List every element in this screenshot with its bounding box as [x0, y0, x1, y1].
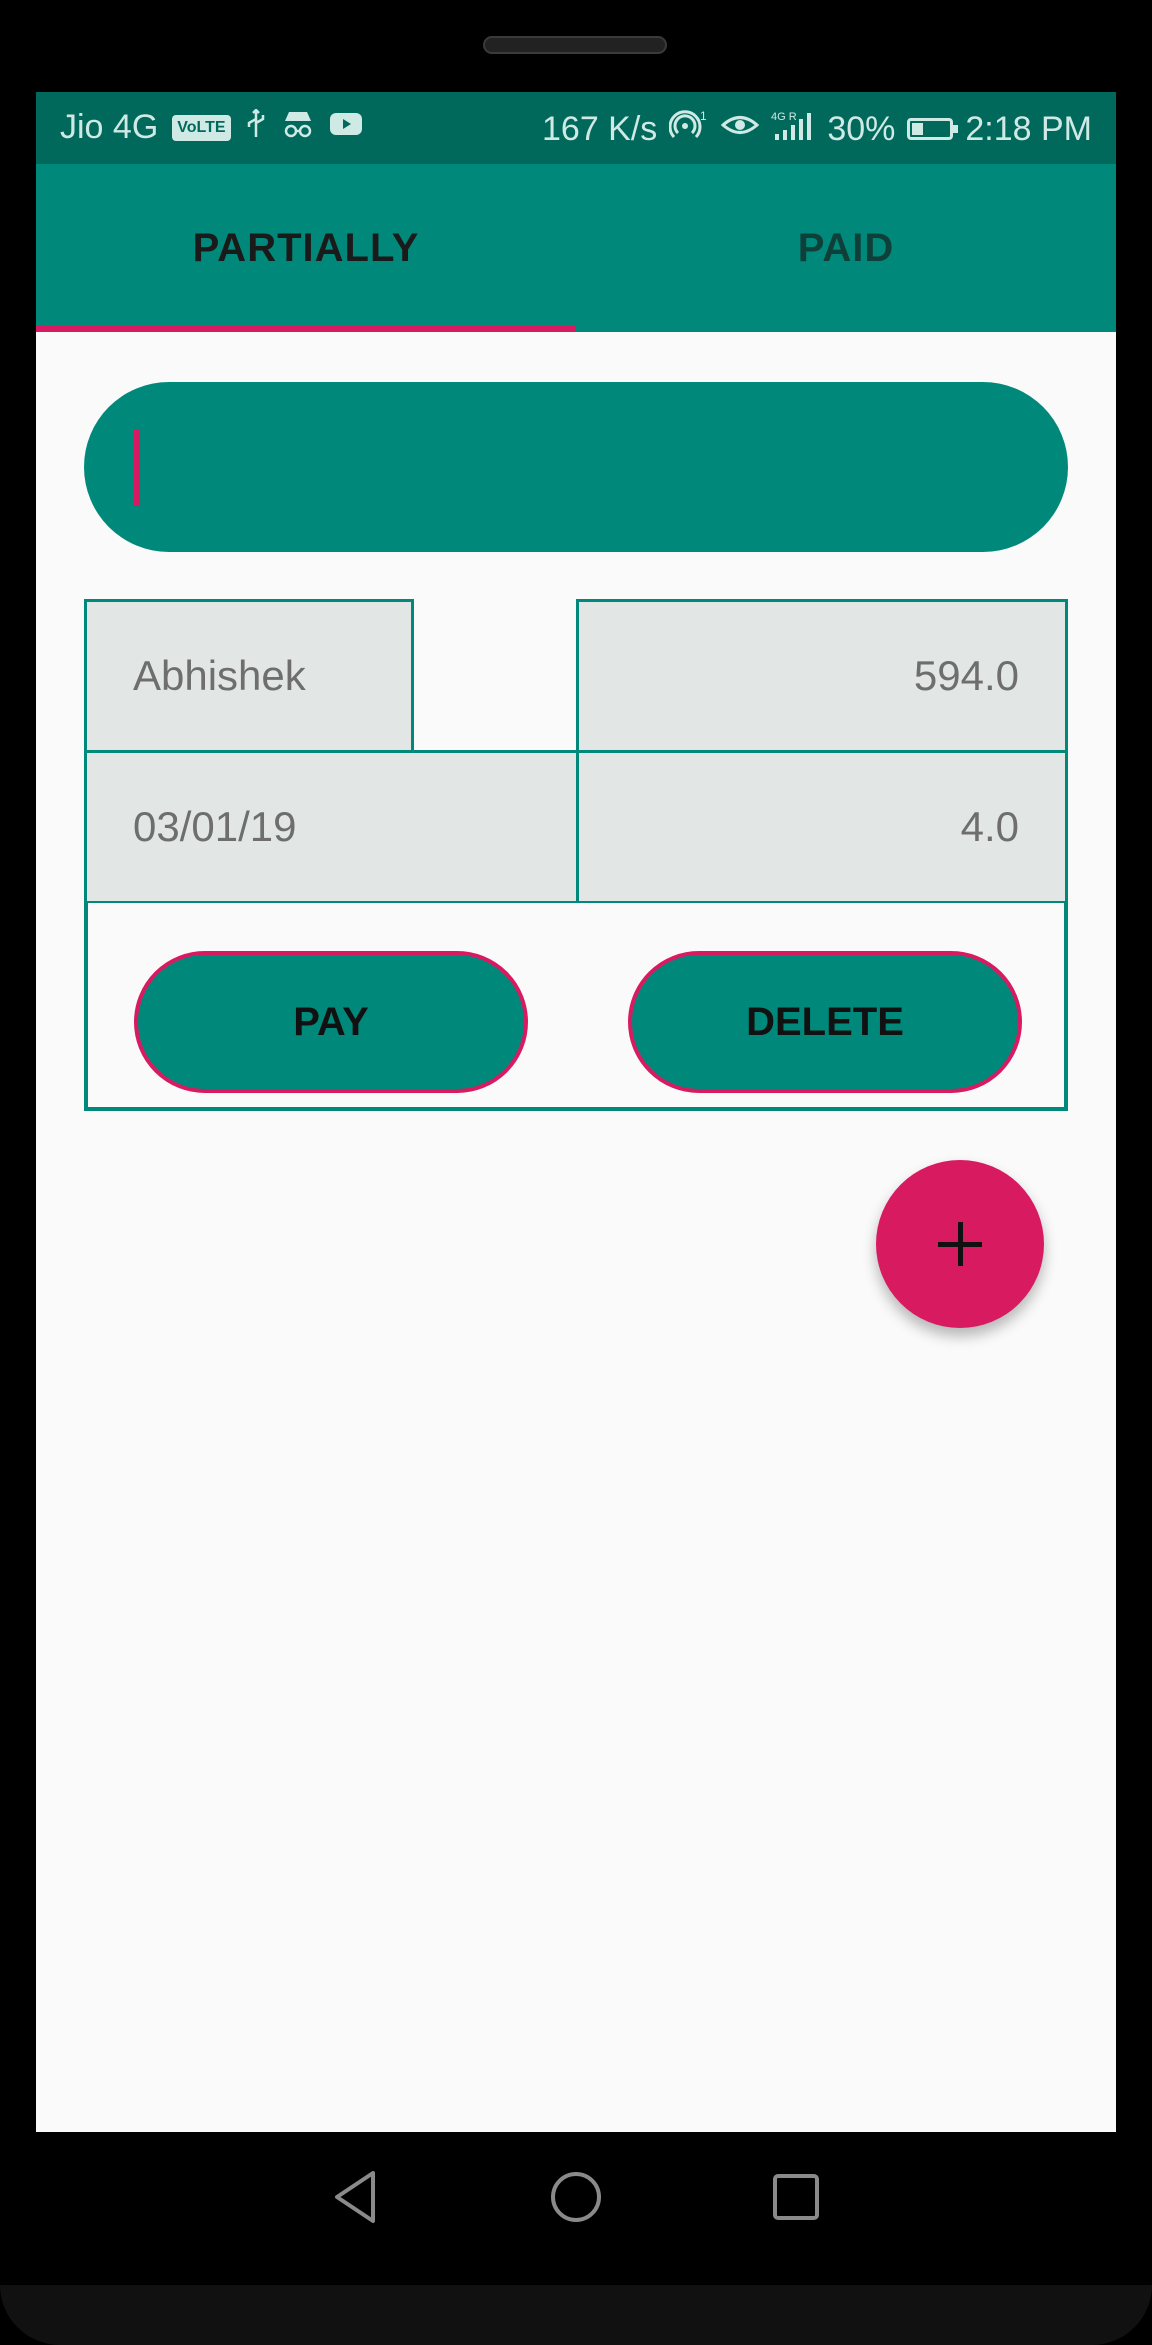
record-paid-cell: 4.0: [576, 750, 1068, 904]
status-bar-left: Jio 4G VoLTE: [60, 107, 363, 147]
pay-button-label: PAY: [293, 999, 369, 1044]
record-date-cell: 03/01/19: [84, 750, 579, 904]
phone-chin: [0, 2285, 1152, 2345]
active-tab-indicator: [36, 326, 576, 332]
svg-text:1: 1: [700, 109, 707, 123]
signal-icon: 4G R: [771, 108, 815, 150]
delete-button[interactable]: DELETE: [628, 951, 1022, 1093]
volte-badge: VoLTE: [172, 114, 231, 141]
svg-text:4G R: 4G R: [771, 111, 797, 123]
usb-icon: [245, 107, 267, 147]
pay-button[interactable]: PAY: [134, 951, 528, 1093]
delete-button-label: DELETE: [746, 999, 904, 1044]
recents-icon[interactable]: [766, 2167, 826, 2227]
carrier-label: Jio 4G: [60, 108, 159, 146]
youtube-icon: [329, 111, 363, 145]
tab-paid-label: PAID: [797, 225, 895, 270]
record-date: 03/01/19: [133, 803, 297, 850]
incognito-icon: [281, 109, 315, 147]
record-name: Abhishek: [133, 652, 306, 699]
record-name-cell: Abhishek: [84, 599, 414, 753]
earpiece-speaker: [483, 36, 667, 54]
hotspot-icon: 1: [668, 108, 709, 150]
add-record-button[interactable]: [876, 1160, 1044, 1328]
record-card: Abhishek 594.0 03/01/19 4.0 PAY DELETE: [84, 599, 1068, 1111]
record-total-cell: 594.0: [576, 599, 1068, 753]
tab-paid[interactable]: PAID: [576, 164, 1116, 332]
eye-icon: [721, 110, 760, 148]
plus-icon: [938, 1222, 982, 1266]
network-speed: 167 K/s: [542, 109, 658, 148]
status-bar: Jio 4G VoLTE 167 K/s 1 4G R 30% 2:18 PM: [36, 92, 1116, 164]
search-field[interactable]: [84, 382, 1068, 552]
navigation-bar: [0, 2132, 1152, 2262]
status-bar-right: 167 K/s 1 4G R 30% 2:18 PM: [542, 108, 1092, 150]
app-screen: Jio 4G VoLTE 167 K/s 1 4G R 30% 2:18 PM …: [36, 92, 1116, 2132]
back-icon[interactable]: [326, 2167, 386, 2227]
tab-bar: PARTIALLY PAID: [36, 164, 1116, 332]
battery-charging-icon: [907, 118, 959, 140]
tab-partially[interactable]: PARTIALLY: [36, 164, 576, 332]
home-icon[interactable]: [546, 2167, 606, 2227]
clock: 2:18 PM: [965, 109, 1092, 148]
phone-frame: Jio 4G VoLTE 167 K/s 1 4G R 30% 2:18 PM …: [0, 0, 1152, 2345]
record-actions: PAY DELETE: [84, 903, 1068, 1111]
search-input[interactable]: [128, 422, 1032, 514]
tab-partially-label: PARTIALLY: [192, 225, 420, 270]
battery-percent: 30%: [827, 109, 896, 148]
record-total: 594.0: [913, 652, 1019, 699]
record-paid: 4.0: [960, 803, 1019, 850]
